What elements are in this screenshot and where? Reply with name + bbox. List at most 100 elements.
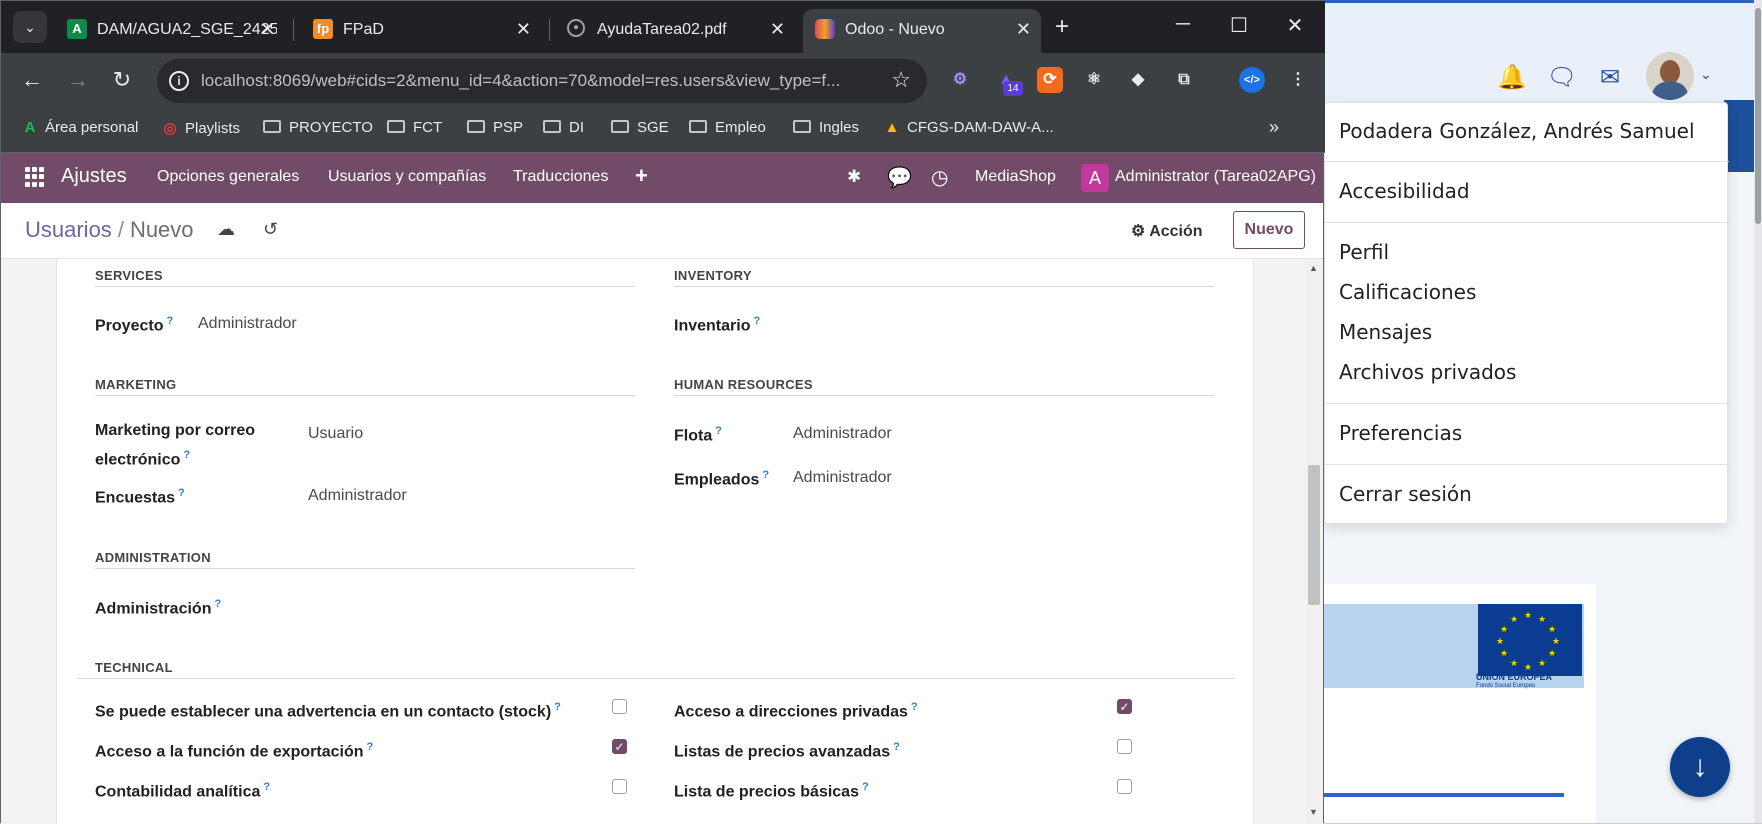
form-scrollbar[interactable]: ▲ ▼ xyxy=(1305,259,1323,824)
extensions-icon[interactable]: ⧉ xyxy=(1171,67,1197,93)
scroll-down-button[interactable]: ↓ xyxy=(1670,737,1730,797)
checkbox-advertencia-contacto[interactable] xyxy=(612,699,627,714)
tab-search-button[interactable]: ⌄ xyxy=(13,11,47,43)
page-scrollbar[interactable] xyxy=(1754,0,1762,823)
scroll-up-icon[interactable]: ▲ xyxy=(1309,263,1318,273)
bookmark-ingles[interactable]: Ingles xyxy=(793,119,859,136)
globe-icon: ● xyxy=(567,19,585,37)
checkbox-precios-avanzadas[interactable] xyxy=(1117,739,1132,754)
menu-item-preferencias[interactable]: Preferencias xyxy=(1339,421,1462,445)
minimize-icon[interactable]: ─ xyxy=(1163,13,1203,36)
menu-item-calificaciones[interactable]: Calificaciones xyxy=(1339,280,1476,304)
close-icon[interactable]: ✕ xyxy=(260,19,275,40)
menu-item-perfil[interactable]: Perfil xyxy=(1339,240,1389,264)
bookmark-sge[interactable]: SGE xyxy=(611,119,669,136)
help-icon[interactable]: ? xyxy=(554,701,561,713)
field-value-marketing-correo[interactable]: Usuario xyxy=(308,425,363,443)
sync-extension-icon[interactable]: ⟳ xyxy=(1037,67,1063,93)
scroll-down-icon[interactable]: ▼ xyxy=(1309,807,1318,817)
bell-icon[interactable]: 🔔 xyxy=(1496,62,1528,94)
reload-icon[interactable]: ↻ xyxy=(107,67,137,93)
action-menu-button[interactable]: ⚙ Acción xyxy=(1131,221,1203,241)
gear-extension-icon[interactable]: ⚙ xyxy=(947,67,973,93)
help-icon[interactable]: ? xyxy=(762,469,769,481)
checkbox-precios-basicas[interactable] xyxy=(1117,779,1132,794)
bookmark-psp[interactable]: PSP xyxy=(467,119,523,136)
cloud-save-icon[interactable]: ☁ xyxy=(217,219,235,240)
menu-item-mensajes[interactable]: Mensajes xyxy=(1339,320,1432,344)
help-icon[interactable]: ? xyxy=(183,449,190,461)
field-value-proyecto[interactable]: Administrador xyxy=(198,315,297,333)
bookmark-star-icon[interactable]: ☆ xyxy=(891,67,911,93)
checkbox-exportacion[interactable]: ✓ xyxy=(612,739,627,754)
chat-icon[interactable]: 🗨 xyxy=(1546,62,1578,94)
angular-extension-icon[interactable]: ◆ xyxy=(1125,67,1151,93)
scrollbar-thumb[interactable] xyxy=(1308,465,1320,605)
back-icon[interactable]: ← xyxy=(17,67,47,93)
menu-item-accesibilidad[interactable]: Accesibilidad xyxy=(1339,179,1470,203)
react-extension-icon[interactable]: ⚛ xyxy=(1081,67,1107,93)
bookmark-area-personal[interactable]: A Área personal xyxy=(21,119,139,136)
maximize-icon[interactable]: ☐ xyxy=(1219,13,1259,38)
bookmark-empleo[interactable]: Empleo xyxy=(689,119,766,136)
apps-menu-icon[interactable] xyxy=(25,167,45,187)
bookmark-di[interactable]: DI xyxy=(543,119,584,136)
user-menu[interactable]: Administrator (Tarea02APG) xyxy=(1115,168,1316,186)
help-icon[interactable]: ? xyxy=(862,781,869,793)
window-close-icon[interactable]: ✕ xyxy=(1275,13,1315,38)
menu-usuarios-companias[interactable]: Usuarios y compañías xyxy=(328,168,486,186)
help-icon[interactable]: ? xyxy=(166,315,173,327)
tab-dam[interactable]: A DAM/AGUA2_SGE_2425_ ✕ xyxy=(55,9,285,53)
help-icon[interactable]: ? xyxy=(911,701,918,713)
address-bar[interactable]: i localhost:8069/web#cids=2&menu_id=4&ac… xyxy=(157,59,927,103)
menu-opciones-generales[interactable]: Opciones generales xyxy=(157,168,299,186)
help-icon[interactable]: ? xyxy=(214,598,221,610)
help-icon[interactable]: ? xyxy=(178,487,185,499)
help-icon[interactable]: ? xyxy=(263,781,270,793)
menu-traducciones[interactable]: Traducciones xyxy=(513,168,608,186)
tab-fpad[interactable]: fp FPaD ✕ xyxy=(301,9,541,53)
url-text[interactable]: localhost:8069/web#cids=2&menu_id=4&acti… xyxy=(201,71,841,91)
help-icon[interactable]: ? xyxy=(715,425,722,437)
field-value-flota[interactable]: Administrador xyxy=(793,425,892,443)
chevron-down-icon[interactable]: ⌄ xyxy=(1700,66,1712,83)
menu-add[interactable]: + xyxy=(635,163,648,189)
field-value-encuestas[interactable]: Administrador xyxy=(308,487,407,505)
help-icon[interactable]: ? xyxy=(367,741,374,753)
help-icon[interactable]: ? xyxy=(893,741,900,753)
bookmark-playlists[interactable]: ◎ Playlists xyxy=(161,119,240,137)
tab-ayuda-pdf[interactable]: ● AyudaTarea02.pdf ✕ xyxy=(555,9,795,53)
bookmark-cfgs[interactable]: ▲ CFGS-DAM-DAW-A... xyxy=(883,119,1054,136)
company-switcher[interactable]: MediaShop xyxy=(975,168,1056,186)
kebab-menu-icon[interactable]: ⋮ xyxy=(1285,67,1311,93)
menu-item-cerrar-sesion[interactable]: Cerrar sesión xyxy=(1339,482,1472,506)
discard-icon[interactable]: ↺ xyxy=(263,219,278,240)
new-button[interactable]: Nuevo xyxy=(1233,211,1305,249)
close-icon[interactable]: ✕ xyxy=(770,19,785,40)
dev-extension-icon[interactable]: </> xyxy=(1239,67,1265,93)
help-icon[interactable]: ? xyxy=(753,315,760,327)
field-value-empleados[interactable]: Administrador xyxy=(793,469,892,487)
activity-clock-icon[interactable]: ◷ xyxy=(931,165,948,190)
section-marketing: MARKETING xyxy=(95,377,177,392)
bookmark-fct[interactable]: FCT xyxy=(387,119,442,136)
mail-icon[interactable]: ✉ xyxy=(1594,62,1626,94)
app-name[interactable]: Ajustes xyxy=(61,165,127,188)
chat-icon[interactable]: 💬 xyxy=(887,165,912,190)
checkbox-contabilidad-analitica[interactable] xyxy=(612,779,627,794)
user-avatar[interactable]: A xyxy=(1081,164,1109,192)
bookmark-proyecto[interactable]: PROYECTO xyxy=(263,119,373,136)
close-icon[interactable]: ✕ xyxy=(1016,19,1031,40)
forward-icon[interactable]: → xyxy=(63,67,93,93)
debug-bug-icon[interactable]: ✱ xyxy=(847,167,861,187)
close-icon[interactable]: ✕ xyxy=(516,19,531,40)
folder-icon xyxy=(263,120,281,133)
avatar[interactable] xyxy=(1646,52,1694,100)
new-tab-button[interactable]: + xyxy=(1055,13,1069,41)
menu-item-archivos-privados[interactable]: Archivos privados xyxy=(1339,360,1516,384)
more-bookmarks-icon[interactable]: » xyxy=(1269,117,1279,138)
info-icon[interactable]: i xyxy=(169,71,189,91)
breadcrumb-usuarios[interactable]: Usuarios xyxy=(25,217,112,242)
checkbox-direcciones-privadas[interactable]: ✓ xyxy=(1117,699,1132,714)
tab-odoo[interactable]: Odoo - Nuevo ✕ xyxy=(803,9,1041,53)
